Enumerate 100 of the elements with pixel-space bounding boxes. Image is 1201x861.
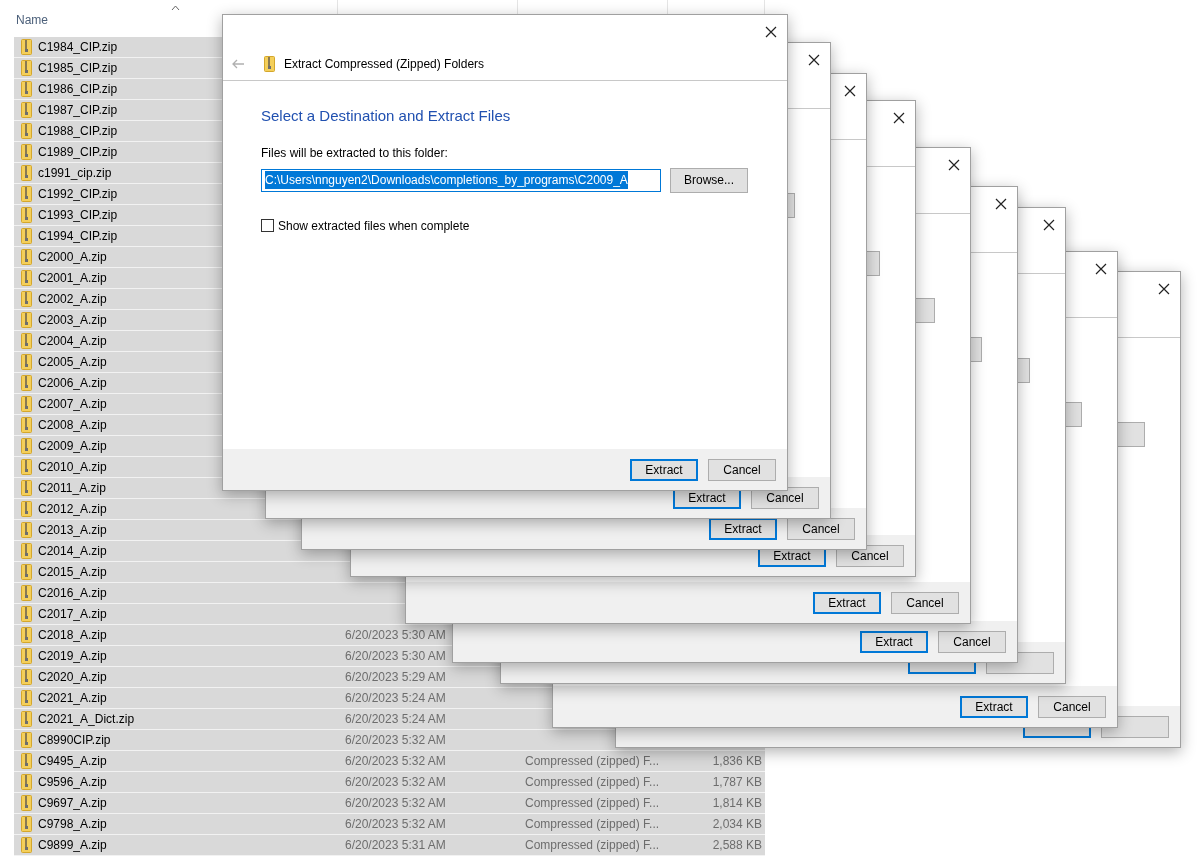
dialog-title: Extract Compressed (Zipped) Folders xyxy=(284,56,485,73)
zip-folder-icon xyxy=(21,249,32,265)
zip-folder-icon xyxy=(21,648,32,664)
date-modified: 6/20/2023 5:32 AM xyxy=(345,754,446,768)
zip-folder-icon xyxy=(21,186,32,202)
extract-button[interactable]: Extract xyxy=(630,458,698,481)
zip-folder-icon xyxy=(21,480,32,496)
file-name: C2003_A.zip xyxy=(38,312,107,329)
zip-folder-icon xyxy=(21,81,32,97)
file-name: C2019_A.zip xyxy=(38,648,107,665)
file-name: C2010_A.zip xyxy=(38,459,107,476)
path-field[interactable]: C:\Users\nnguyen2\Downloads\completions_by_programs\C2009_A xyxy=(261,168,661,192)
file-row[interactable]: C9899_A.zip 6/20/2023 5:31 AM Compressed (zipped) F... 2,588 KB xyxy=(14,835,765,856)
zip-folder-icon xyxy=(21,543,32,559)
cancel-button[interactable]: Cancel xyxy=(787,517,855,540)
file-name: C9899_A.zip xyxy=(38,837,107,854)
zip-folder-icon xyxy=(21,417,32,433)
file-row[interactable]: C9798_A.zip 6/20/2023 5:32 AM Compressed (zipped) F... 2,034 KB xyxy=(14,814,765,835)
zip-folder-icon xyxy=(21,732,32,748)
zip-folder-icon xyxy=(21,711,32,727)
zip-folder-icon xyxy=(21,753,32,769)
file-name: C2006_A.zip xyxy=(38,375,107,392)
date-modified: 6/20/2023 5:31 AM xyxy=(345,838,446,852)
zip-folder-icon xyxy=(21,564,32,580)
zip-folder-icon xyxy=(21,312,32,328)
file-type: Compressed (zipped) F... xyxy=(525,754,660,768)
zip-folder-icon xyxy=(21,837,32,853)
zip-folder-icon xyxy=(21,459,32,475)
file-name: c1991_cip.zip xyxy=(38,165,112,182)
file-name: C9495_A.zip xyxy=(38,753,107,770)
extract-button[interactable]: Extract xyxy=(860,630,928,653)
zip-folder-icon xyxy=(264,56,275,72)
extract-button[interactable]: Extract xyxy=(813,591,881,614)
file-name: C1993_CIP.zip xyxy=(38,207,118,224)
zip-folder-icon xyxy=(21,774,32,790)
date-modified: 6/20/2023 5:30 AM xyxy=(345,628,446,642)
file-type: Compressed (zipped) F... xyxy=(525,817,660,831)
file-size: 1,787 KB xyxy=(712,775,762,789)
file-name: C2017_A.zip xyxy=(38,606,107,623)
zip-folder-icon xyxy=(21,669,32,685)
zip-folder-icon xyxy=(21,60,32,76)
file-name: C2008_A.zip xyxy=(38,417,107,434)
date-modified: 6/20/2023 5:30 AM xyxy=(345,649,446,663)
file-name: C2000_A.zip xyxy=(38,249,107,266)
cancel-button[interactable]: Cancel xyxy=(891,591,959,614)
file-name: C2020_A.zip xyxy=(38,669,107,686)
file-size: 2,034 KB xyxy=(712,817,762,831)
checkbox[interactable] xyxy=(261,219,274,232)
close-icon[interactable] xyxy=(844,84,856,97)
file-type: Compressed (zipped) F... xyxy=(525,775,660,789)
file-name: C1988_CIP.zip xyxy=(38,123,118,140)
file-name: C2012_A.zip xyxy=(38,501,107,518)
file-name: C1985_CIP.zip xyxy=(38,60,118,77)
zip-folder-icon xyxy=(21,627,32,643)
browse-button[interactable]: Browse... xyxy=(670,167,748,193)
zip-folder-icon xyxy=(21,102,32,118)
zip-folder-icon xyxy=(21,501,32,517)
file-row[interactable]: C9495_A.zip 6/20/2023 5:32 AM Compressed (zipped) F... 1,836 KB xyxy=(14,751,765,772)
file-name: C2021_A.zip xyxy=(38,690,107,707)
cancel-button[interactable]: Cancel xyxy=(708,458,776,481)
zip-folder-icon xyxy=(21,291,32,307)
file-row[interactable]: C9697_A.zip 6/20/2023 5:32 AM Compressed (zipped) F... 1,814 KB xyxy=(14,793,765,814)
date-modified: 6/20/2023 5:32 AM xyxy=(345,733,446,747)
file-name: C2001_A.zip xyxy=(38,270,107,287)
close-icon[interactable] xyxy=(893,111,905,124)
file-name: C1989_CIP.zip xyxy=(38,144,118,161)
file-type: Compressed (zipped) F... xyxy=(525,796,660,810)
zip-folder-icon xyxy=(21,795,32,811)
file-name: C9596_A.zip xyxy=(38,774,107,791)
dialog-heading: Select a Destination and Extract Files xyxy=(261,106,512,126)
file-name: C2002_A.zip xyxy=(38,291,107,308)
close-icon[interactable] xyxy=(995,197,1007,210)
file-name: C2015_A.zip xyxy=(38,564,107,581)
date-modified: 6/20/2023 5:24 AM xyxy=(345,691,446,705)
zip-folder-icon xyxy=(21,165,32,181)
zip-folder-icon xyxy=(21,270,32,286)
close-icon[interactable] xyxy=(765,25,777,38)
file-name: C1992_CIP.zip xyxy=(38,186,118,203)
file-name: C1987_CIP.zip xyxy=(38,102,118,119)
zip-folder-icon xyxy=(21,207,32,223)
date-modified: 6/20/2023 5:32 AM xyxy=(345,796,446,810)
close-icon[interactable] xyxy=(1043,218,1055,231)
extract-button[interactable]: Extract xyxy=(709,517,777,540)
close-icon[interactable] xyxy=(1095,262,1107,275)
close-icon[interactable] xyxy=(1158,282,1170,295)
extract-button[interactable]: Extract xyxy=(960,695,1028,718)
file-name: C2018_A.zip xyxy=(38,627,107,644)
file-row[interactable]: C9596_A.zip 6/20/2023 5:32 AM Compressed (zipped) F... 1,787 KB xyxy=(14,772,765,793)
file-name: C1984_CIP.zip xyxy=(38,39,118,56)
file-name: C2009_A.zip xyxy=(38,438,107,455)
cancel-button[interactable]: Cancel xyxy=(1038,695,1106,718)
file-name: C2004_A.zip xyxy=(38,333,107,350)
close-icon[interactable] xyxy=(808,53,820,66)
close-icon[interactable] xyxy=(948,158,960,171)
file-name: C2013_A.zip xyxy=(38,522,107,539)
file-name: C1994_CIP.zip xyxy=(38,228,118,245)
zip-folder-icon xyxy=(21,123,32,139)
file-name: C8990CIP.zip xyxy=(38,732,111,749)
cancel-button[interactable]: Cancel xyxy=(938,630,1006,653)
checkbox-label: Show extracted files when complete xyxy=(278,217,470,235)
